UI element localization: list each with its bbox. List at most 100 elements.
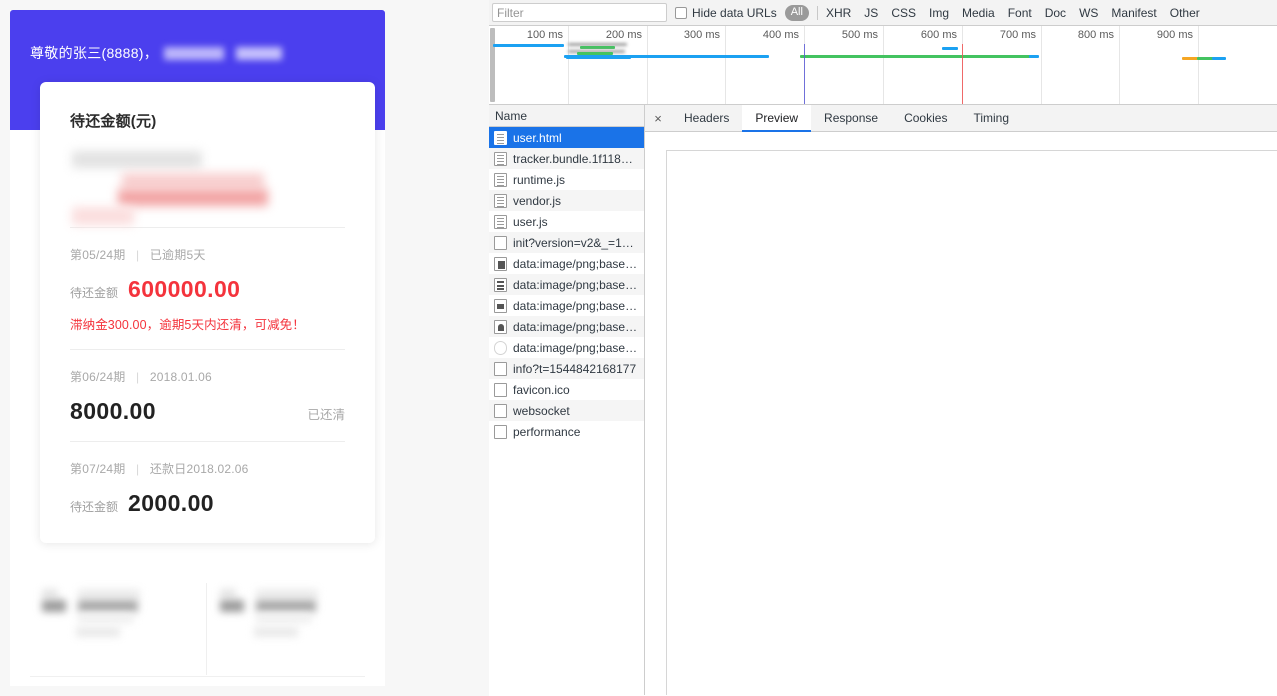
ruler-tick	[568, 26, 569, 104]
redacted-block	[78, 600, 138, 612]
redacted-amount-block	[70, 149, 345, 227]
redacted-text-block	[236, 46, 283, 60]
redacted-block	[220, 589, 236, 598]
redacted-block	[220, 600, 244, 612]
column-header-name[interactable]: Name	[489, 105, 644, 127]
redacted-block	[42, 589, 58, 598]
request-row[interactable]: info?t=1544842168177	[489, 358, 644, 379]
request-name: data:image/png;base…	[513, 277, 638, 292]
close-icon[interactable]: ×	[645, 105, 671, 131]
type-filter-xhr[interactable]: XHR	[826, 6, 851, 20]
timeline-bar	[942, 47, 958, 50]
amount-label: 待还金额	[70, 286, 119, 300]
amount-row: 待还金额 600000.00	[70, 276, 345, 303]
timeline-bar	[566, 56, 631, 59]
request-name: user.html	[513, 130, 562, 145]
ruler-tick-label: 200 ms	[605, 29, 642, 41]
divider	[30, 676, 365, 677]
type-filter-ws[interactable]: WS	[1079, 6, 1098, 20]
meta-separator: |	[135, 370, 140, 384]
installment-status: 还款日2018.02.06	[149, 462, 249, 476]
type-filter-font[interactable]: Font	[1008, 6, 1032, 20]
request-name: runtime.js	[513, 172, 566, 187]
network-body: Name user.html tracker.bundle.1f118… runti…	[489, 105, 1277, 695]
type-filter-doc[interactable]: Doc	[1045, 6, 1066, 20]
redacted-block	[42, 600, 66, 612]
ruler-tick-label: 500 ms	[841, 29, 878, 41]
file-type-icon	[494, 340, 507, 355]
tab-preview[interactable]: Preview	[742, 105, 812, 132]
request-row[interactable]: data:image/png;base…	[489, 253, 644, 274]
file-type-icon	[494, 382, 507, 397]
request-row[interactable]: data:image/png;base…	[489, 316, 644, 337]
request-row[interactable]: data:image/png;base…	[489, 295, 644, 316]
greeting-text: 尊敬的张三(8888)，	[30, 45, 159, 61]
checkbox-icon[interactable]	[675, 6, 687, 19]
installment-meta: 第06/24期 | 2018.01.06	[70, 368, 345, 385]
type-filter-js[interactable]: JS	[864, 6, 878, 20]
request-row[interactable]: user.js	[489, 211, 644, 232]
type-filter-other[interactable]: Other	[1170, 6, 1200, 20]
amount-value: 2000.00	[128, 490, 214, 516]
redacted-block	[72, 151, 202, 168]
timeline-bar	[1182, 57, 1199, 60]
installment-row: 第07/24期 | 还款日2018.02.06 待还金额 2000.00	[70, 442, 345, 521]
request-name: performance	[513, 424, 581, 439]
type-filter-manifest[interactable]: Manifest	[1111, 6, 1156, 20]
tab-timing[interactable]: Timing	[960, 105, 1022, 131]
request-row[interactable]: tracker.bundle.1f118…	[489, 148, 644, 169]
redacted-block	[76, 627, 120, 637]
amount-value: 600000.00	[128, 276, 241, 302]
status-badge: 已还清	[307, 408, 345, 422]
ruler-tick-label: 700 ms	[999, 29, 1036, 41]
request-row[interactable]: vendor.js	[489, 190, 644, 211]
file-type-icon	[494, 130, 507, 145]
timeline-bar	[579, 46, 616, 49]
request-row[interactable]: data:image/png;base…	[489, 274, 644, 295]
redacted-block	[118, 189, 268, 206]
tab-headers[interactable]: Headers	[671, 105, 742, 131]
request-row[interactable]: user.html	[489, 127, 644, 148]
type-filter-css[interactable]: CSS	[891, 6, 916, 20]
late-fee-note: 滞纳金300.00，逾期5天内还清，可减免！	[70, 318, 305, 332]
redacted-block	[256, 589, 318, 599]
redacted-block	[72, 207, 134, 225]
request-row[interactable]: init?version=v2&_=1…	[489, 232, 644, 253]
type-filter-all[interactable]: All	[784, 4, 809, 21]
installment-period: 第05/24期	[70, 248, 126, 262]
request-row[interactable]: performance	[489, 421, 644, 442]
tab-response[interactable]: Response	[811, 105, 891, 131]
ruler-tick-label: 600 ms	[920, 29, 957, 41]
ruler-tick-label: 400 ms	[762, 29, 799, 41]
redacted-block	[78, 614, 134, 623]
card-title: 待还金额(元)	[70, 113, 157, 130]
installment-period: 第06/24期	[70, 370, 126, 384]
ruler-tick-label: 100 ms	[526, 29, 563, 41]
redacted-block	[256, 614, 312, 623]
hide-data-urls-toggle[interactable]: Hide data URLs	[675, 6, 777, 20]
type-filter-img[interactable]: Img	[929, 6, 949, 20]
preview-area	[645, 132, 1277, 695]
tab-cookies[interactable]: Cookies	[891, 105, 960, 131]
amount-value: 8000.00	[70, 398, 156, 424]
devtools-network-panel: Hide data URLs All XHR JS CSS Img Media Font D…	[489, 0, 1277, 696]
request-row[interactable]: runtime.js	[489, 169, 644, 190]
request-row[interactable]: data:image/png;base…	[489, 337, 644, 358]
request-row[interactable]: favicon.ico	[489, 379, 644, 400]
type-filter-media[interactable]: Media	[962, 6, 995, 20]
file-type-icon	[494, 298, 507, 313]
filter-input[interactable]	[492, 3, 667, 22]
redacted-block	[254, 627, 298, 637]
redacted-block	[78, 589, 140, 599]
request-name: vendor.js	[513, 193, 562, 208]
preview-iframe[interactable]	[666, 150, 1277, 695]
request-row[interactable]: websocket	[489, 400, 644, 421]
overview-drag-handle[interactable]	[490, 28, 495, 102]
network-timeline-overview[interactable]: 100 ms 200 ms 300 ms 400 ms 500 ms 600 ms 700 …	[489, 26, 1277, 105]
file-type-icon	[494, 172, 507, 187]
timeline-bar	[1196, 57, 1214, 60]
load-event-line	[804, 44, 805, 104]
file-type-icon	[494, 403, 507, 418]
ruler-tick	[1119, 26, 1120, 104]
redacted-block	[122, 173, 264, 189]
